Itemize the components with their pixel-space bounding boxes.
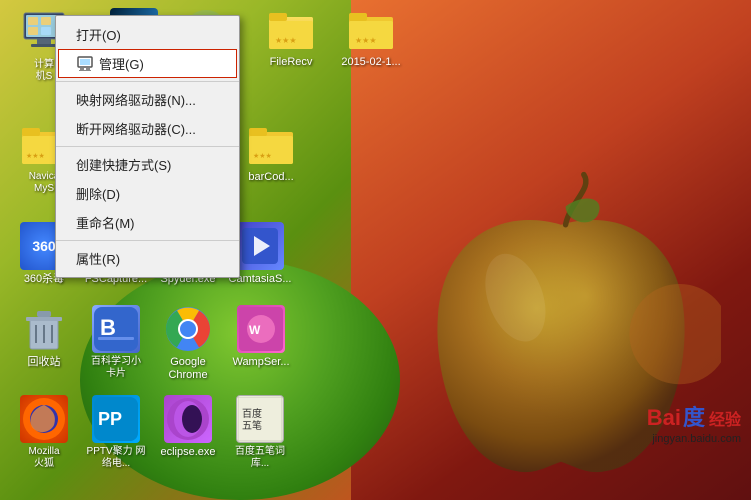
barcod-icon-label: barCod... — [248, 171, 293, 184]
google-chrome-icon[interactable]: Google Chrome — [152, 305, 224, 382]
menu-item-disconnect[interactable]: 断开网络驱动器(C)... — [56, 114, 239, 143]
menu-separator-1 — [56, 81, 239, 82]
eclipse-icon[interactable]: eclipse.exe — [152, 395, 224, 459]
menu-item-manage[interactable]: 管理(G) — [58, 49, 237, 78]
mozilla-icon-img — [20, 395, 68, 443]
baike-icon-img: B — [92, 305, 140, 353]
baidu-url: jingyan.baidu.com — [647, 433, 741, 445]
recycle-bin-icon[interactable]: 回收站 — [8, 305, 80, 369]
recycle-bin-icon-label: 回收站 — [28, 356, 61, 369]
svg-text:W: W — [249, 323, 261, 337]
baidu-suffix: 经验 — [709, 406, 741, 430]
menu-separator-2 — [56, 146, 239, 147]
computer-icon-label: 计算机S — [34, 59, 54, 83]
desktop: 计算机S Ps — [0, 0, 751, 500]
menu-separator-3 — [56, 240, 239, 241]
wamp-icon[interactable]: W WampSer... — [225, 305, 297, 369]
svg-text:★★★: ★★★ — [275, 36, 297, 45]
filerecv-icon[interactable]: ★★★ FileRecv — [255, 5, 327, 69]
baidu-logo-text: Bai — [647, 405, 681, 431]
folder-2015-icon-img: ★★★ — [347, 5, 395, 53]
menu-item-open[interactable]: 打开(O) — [56, 20, 239, 49]
filerecv-icon-label: FileRecv — [270, 56, 313, 69]
svg-text:PP: PP — [98, 409, 122, 429]
filerecv-icon-img: ★★★ — [267, 5, 315, 53]
svg-text:★★★: ★★★ — [253, 152, 272, 160]
menu-item-delete[interactable]: 删除(D) — [56, 179, 239, 208]
camtasia-icon-img — [236, 222, 284, 270]
svg-text:五笔: 五笔 — [242, 419, 262, 432]
menu-item-properties[interactable]: 属性(R) — [56, 244, 239, 273]
eclipse-icon-img — [164, 395, 212, 443]
baidu5-icon[interactable]: 百度 五笔 百度五笔词库... — [224, 395, 296, 470]
manage-label: 管理(G) — [99, 54, 144, 73]
manage-icon — [77, 56, 93, 72]
svg-text:★★★: ★★★ — [26, 152, 45, 160]
menu-item-rename[interactable]: 重命名(M) — [56, 208, 239, 237]
baike-icon[interactable]: B 百科学习小卡片 — [80, 305, 152, 380]
barcod-icon-img: ★★★ — [247, 120, 295, 168]
baidu5-icon-img: 百度 五笔 — [236, 395, 284, 443]
eclipse-icon-label: eclipse.exe — [160, 446, 215, 459]
context-menu: 打开(O) 管理(G) 映射网络驱动器(N)... 断开网络驱动器(C)... … — [55, 15, 240, 278]
mozilla-icon[interactable]: Mozilla火狐 — [8, 395, 80, 470]
baidu5-icon-label: 百度五笔词库... — [235, 446, 285, 470]
svg-text:百度: 百度 — [242, 407, 262, 420]
google-chrome-icon-img — [164, 305, 212, 353]
svg-text:★★★: ★★★ — [355, 36, 377, 45]
barcod-icon[interactable]: ★★★ barCod... — [235, 120, 307, 184]
baike-icon-label: 百科学习小卡片 — [91, 356, 141, 380]
pptv-icon-label: PPTV聚力 网络电... — [87, 446, 146, 470]
folder-2015-icon[interactable]: ★★★ 2015-02-1... — [335, 5, 407, 69]
menu-item-create-shortcut[interactable]: 创建快捷方式(S) — [56, 150, 239, 179]
mozilla-icon-label: Mozilla火狐 — [28, 446, 59, 470]
folder-2015-icon-label: 2015-02-1... — [341, 56, 400, 69]
pptv-icon-img: PP — [92, 395, 140, 443]
wamp-icon-img: W — [237, 305, 285, 353]
pptv-icon[interactable]: PP PPTV聚力 网络电... — [80, 395, 152, 470]
baidu-watermark: Bai 度 经验 jingyan.baidu.com — [647, 400, 741, 445]
menu-item-map-drive[interactable]: 映射网络驱动器(N)... — [56, 85, 239, 114]
wamp-icon-label: WampSer... — [232, 356, 289, 369]
google-chrome-icon-label: Google Chrome — [152, 356, 224, 382]
recycle-bin-icon-img — [20, 305, 68, 353]
baidu-logo-text2: 度 — [683, 400, 705, 432]
svg-text:B: B — [100, 315, 116, 340]
